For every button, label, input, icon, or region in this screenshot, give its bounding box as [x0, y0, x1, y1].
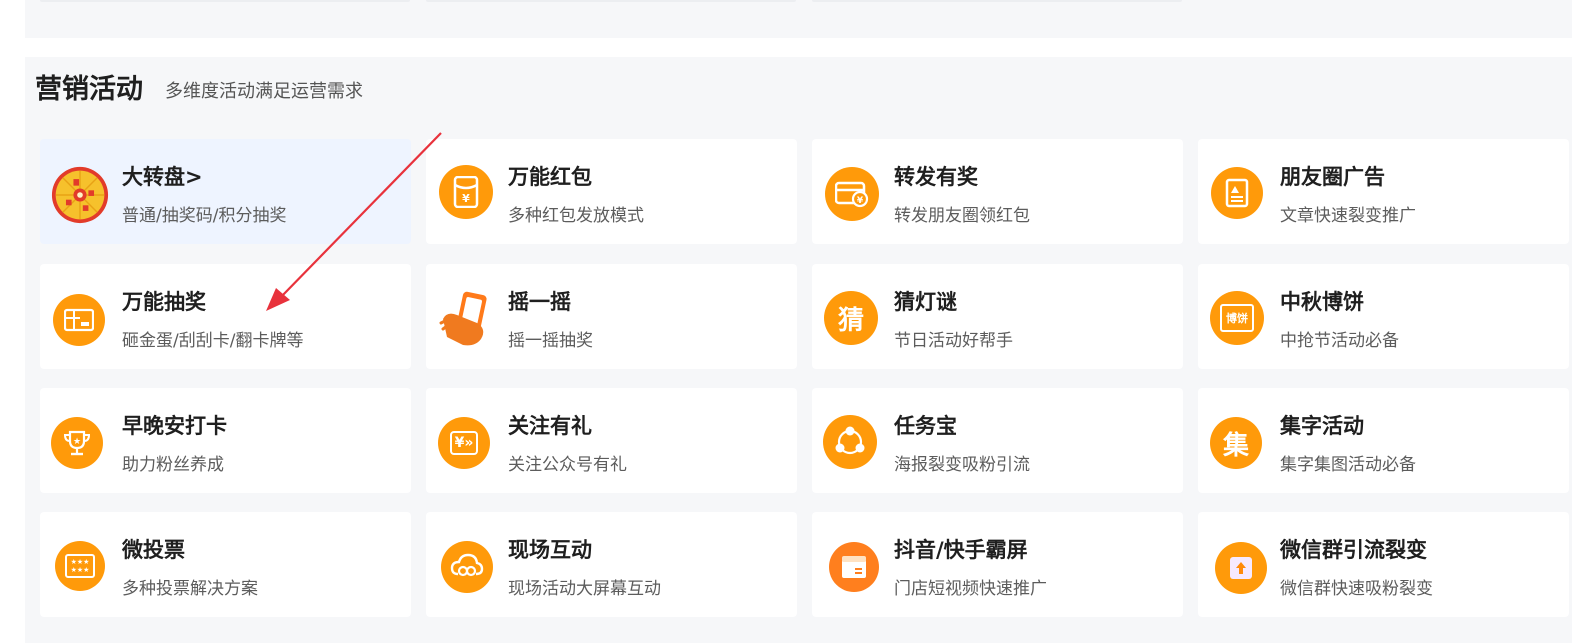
phone-shake-icon — [436, 288, 498, 350]
card-title: 中秋博饼 — [1280, 290, 1364, 314]
guess-icon: 猜 — [824, 291, 878, 345]
previous-card-edge — [426, 0, 796, 2]
card-title: 关注有礼 — [508, 414, 592, 438]
card-title: 早晚安打卡 — [122, 414, 227, 438]
previous-card-edge — [812, 0, 1182, 2]
card-shake[interactable]: 摇一摇 摇一摇抽奖 — [426, 264, 797, 369]
card-description: 节日活动好帮手 — [894, 331, 1013, 351]
mooncake-icon-text: 博饼 — [1226, 312, 1248, 325]
card-micro-vote[interactable]: ★★★ ★★★ 微投票 多种投票解决方案 — [40, 512, 411, 617]
card-douyin-kuaishou[interactable]: 抖音/快手霸屏 门店短视频快速推广 — [812, 512, 1183, 617]
previous-card-edge — [40, 0, 410, 2]
card-title: 微投票 — [122, 538, 185, 562]
card-title: 大转盘> — [122, 165, 203, 189]
card-description: 转发朋友圈领红包 — [894, 206, 1030, 226]
card-title: 集字活动 — [1280, 414, 1364, 438]
red-envelope-icon: ¥ — [439, 165, 493, 219]
card-universal-red-envelope[interactable]: ¥ 万能红包 多种红包发放模式 — [426, 139, 797, 244]
card-description: 集字集图活动必备 — [1280, 455, 1416, 475]
share-reward-icon: ¥ — [825, 167, 879, 221]
card-mooncake-dice[interactable]: 博饼 中秋博饼 中抢节活动必备 — [1198, 264, 1569, 369]
card-description: 普通/抽奖码/积分抽奖 — [122, 206, 287, 226]
svg-text:★: ★ — [73, 437, 81, 447]
card-collect-words[interactable]: 集 集字活动 集字集图活动必备 — [1198, 388, 1569, 493]
section-title: 营销活动 — [35, 74, 143, 105]
vote-icon: ★★★ ★★★ — [55, 541, 105, 591]
card-description: 门店短视频快速推广 — [894, 579, 1047, 599]
card-title: 现场互动 — [508, 538, 592, 562]
svg-text:¥: ¥ — [462, 192, 470, 205]
card-description: 多种投票解决方案 — [122, 579, 258, 599]
gift-card-icon — [53, 294, 105, 346]
trophy-icon: ★ — [51, 417, 103, 469]
card-wechat-group-fission[interactable]: 微信群引流裂变 微信群快速吸粉裂变 — [1198, 512, 1569, 617]
card-description: 助力粉丝养成 — [122, 455, 224, 475]
previous-section-strip — [25, 0, 1572, 38]
card-description: 微信群快速吸粉裂变 — [1280, 579, 1433, 599]
card-title: 朋友圈广告 — [1280, 165, 1385, 189]
card-lantern-riddle[interactable]: 猜 猜灯谜 节日活动好帮手 — [812, 264, 1183, 369]
group-upload-icon — [1215, 542, 1267, 594]
moments-ad-icon — [1211, 167, 1263, 219]
mooncake-icon: 博饼 — [1210, 291, 1264, 345]
card-live-interaction[interactable]: 现场互动 现场活动大屏幕互动 — [426, 512, 797, 617]
card-description: 海报裂变吸粉引流 — [894, 455, 1030, 475]
svg-text:¥: ¥ — [857, 196, 864, 206]
share-network-icon — [823, 415, 877, 469]
card-title: 猜灯谜 — [894, 290, 957, 314]
cloud-link-icon — [441, 541, 493, 593]
card-title: 万能抽奖 — [122, 290, 206, 314]
wheel-icon — [51, 166, 109, 224]
card-big-wheel[interactable]: 大转盘> 普通/抽奖码/积分抽奖 — [40, 139, 411, 244]
card-universal-lottery[interactable]: 万能抽奖 砸金蛋/刮刮卡/翻卡牌等 — [40, 264, 411, 369]
card-share-reward[interactable]: ¥ 转发有奖 转发朋友圈领红包 — [812, 139, 1183, 244]
card-moments-ad[interactable]: 朋友圈广告 文章快速裂变推广 — [1198, 139, 1569, 244]
card-description: 中抢节活动必备 — [1280, 331, 1399, 351]
follow-gift-icon-text: ¥» — [449, 431, 479, 455]
video-box-icon — [829, 542, 879, 592]
card-description: 摇一摇抽奖 — [508, 331, 593, 351]
card-title: 任务宝 — [894, 414, 957, 438]
card-title: 万能红包 — [508, 165, 592, 189]
card-follow-gift[interactable]: ¥» 关注有礼 关注公众号有礼 — [426, 388, 797, 493]
card-description: 多种红包发放模式 — [508, 206, 644, 226]
vote-icon-stars: ★★★ — [70, 558, 90, 566]
card-description: 文章快速裂变推广 — [1280, 206, 1416, 226]
card-description: 现场活动大屏幕互动 — [508, 579, 661, 599]
follow-gift-icon: ¥» — [438, 417, 490, 469]
card-title: 抖音/快手霸屏 — [894, 538, 1028, 562]
collect-word-icon-text: 集 — [1222, 430, 1249, 461]
vote-icon-stars: ★★★ — [70, 566, 90, 574]
card-title: 微信群引流裂变 — [1280, 538, 1427, 562]
card-task-treasure[interactable]: 任务宝 海报裂变吸粉引流 — [812, 388, 1183, 493]
collect-word-icon: 集 — [1210, 417, 1262, 469]
marketing-section: 营销活动 多维度活动满足运营需求 大转盘> 普通/抽奖码/积分抽奖 ¥ 万能红包… — [25, 57, 1572, 643]
card-title: 摇一摇 — [508, 290, 571, 314]
card-title: 转发有奖 — [894, 165, 978, 189]
card-description: 砸金蛋/刮刮卡/翻卡牌等 — [122, 331, 304, 351]
card-description: 关注公众号有礼 — [508, 455, 627, 475]
guess-icon-text: 猜 — [837, 305, 864, 336]
card-morning-checkin[interactable]: ★ 早晚安打卡 助力粉丝养成 — [40, 388, 411, 493]
section-subtitle: 多维度活动满足运营需求 — [165, 81, 363, 102]
